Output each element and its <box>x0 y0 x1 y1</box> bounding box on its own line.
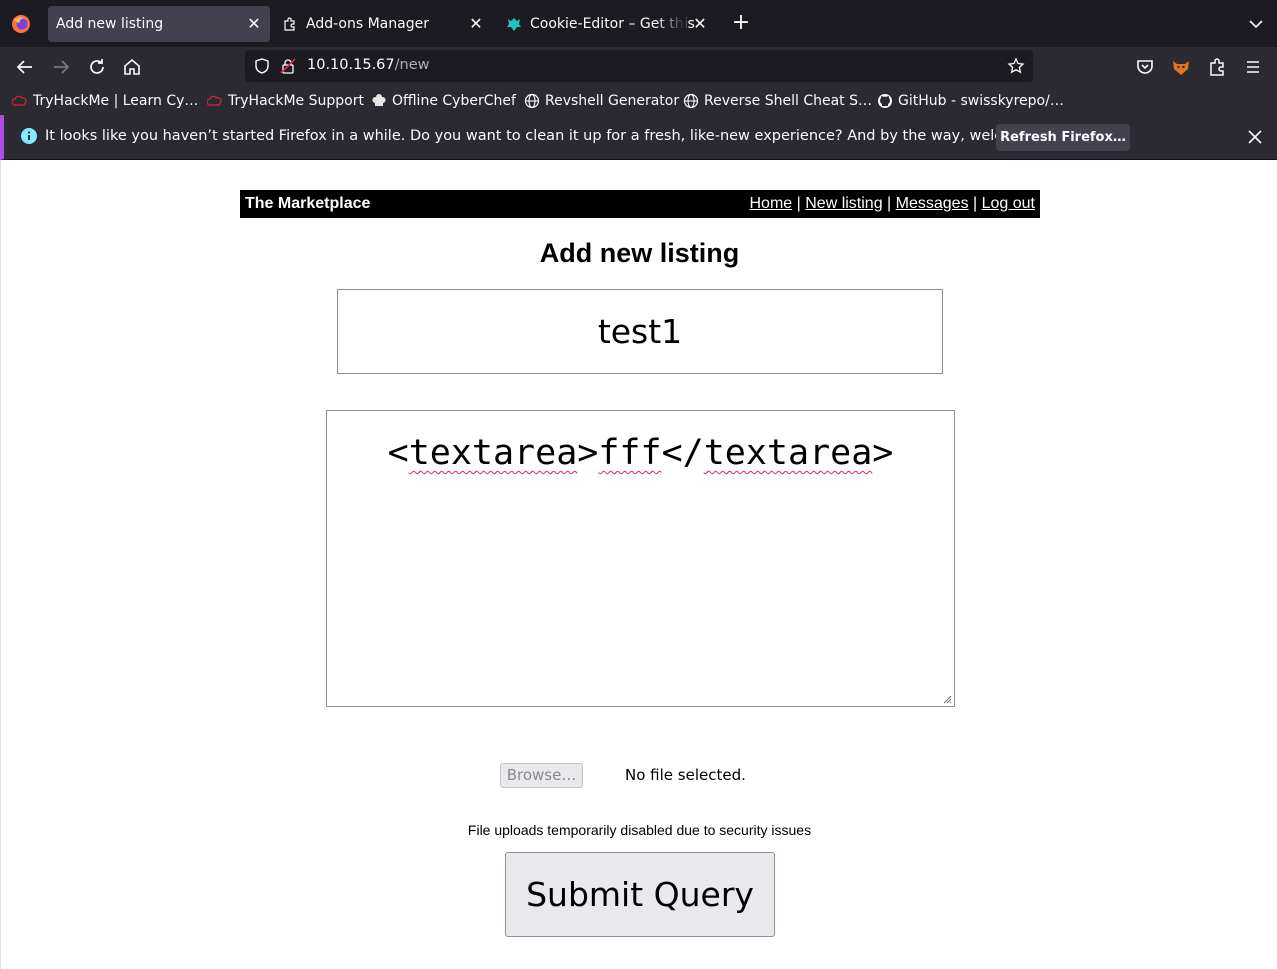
menu-icon[interactable] <box>1241 55 1265 79</box>
close-icon[interactable] <box>1244 126 1266 148</box>
url-path: /new <box>394 57 430 73</box>
tab-cookie-editor[interactable]: Cookie-Editor – Get this E ✕ <box>500 6 716 42</box>
tryhackme-cloud-icon <box>207 95 222 106</box>
tab-fade <box>656 6 686 42</box>
spellcheck-word: textarea <box>703 433 873 473</box>
nav-logout-link[interactable]: Log out <box>982 195 1035 212</box>
globe-icon <box>524 93 540 109</box>
url-text[interactable]: 10.10.15.67/new <box>307 57 430 73</box>
nav-new-listing-link[interactable]: New listing <box>805 195 882 212</box>
tab-add-new-listing[interactable]: Add new listing ✕ <box>48 6 270 42</box>
tab-bar: Add new listing ✕ Add-ons Manager ✕ Cook… <box>0 0 1277 47</box>
nav-home-link[interactable]: Home <box>750 195 793 212</box>
spellcheck-word: textarea <box>408 433 578 473</box>
close-icon[interactable]: ✕ <box>244 14 264 34</box>
page-content: The Marketplace Home | New listing | Mes… <box>0 160 1277 969</box>
reload-icon[interactable] <box>85 55 109 79</box>
chef-hat-icon <box>372 94 386 106</box>
insecure-lock-icon[interactable] <box>279 57 297 75</box>
bookmark-label: Offline CyberChef <box>392 93 516 109</box>
bookmark-label: TryHackMe | Learn Cy… <box>33 93 199 109</box>
bookmark-star-icon[interactable] <box>1007 57 1025 75</box>
refresh-firefox-button[interactable]: Refresh Firefox… <box>996 124 1130 151</box>
listing-description-textarea[interactable]: <textarea>fff</textarea> <box>326 410 955 707</box>
back-arrow-icon[interactable] <box>13 55 37 79</box>
nav-separator: | <box>792 195 806 212</box>
bookmark-label: Reverse Shell Cheat S… <box>704 93 872 109</box>
nav-separator: | <box>968 195 982 212</box>
file-status-text: No file selected. <box>625 766 746 784</box>
site-title: The Marketplace <box>245 195 371 212</box>
site-nav: Home | New listing | Messages | Log out <box>750 195 1036 213</box>
close-icon[interactable]: ✕ <box>466 14 486 34</box>
tryhackme-cloud-icon <box>12 95 27 106</box>
close-icon[interactable]: ✕ <box>690 14 710 34</box>
bookmark-revshell-generator[interactable]: Revshell Generator <box>524 92 679 110</box>
resize-handle-icon[interactable] <box>942 694 952 704</box>
github-icon <box>878 94 892 108</box>
cookie-editor-icon <box>507 18 521 31</box>
url-host: 10.10.15.67 <box>307 57 395 73</box>
bookmark-tryhackme-support[interactable]: TryHackMe Support <box>207 92 364 110</box>
tab-addons-manager[interactable]: Add-ons Manager ✕ <box>276 6 492 42</box>
info-icon <box>21 128 37 144</box>
tab-label: Add new listing <box>56 16 164 32</box>
bookmark-github-swisskyrepo[interactable]: GitHub - swisskyrepo/… <box>877 92 1064 110</box>
browse-file-button: Browse… <box>500 763 583 788</box>
nav-messages-link[interactable]: Messages <box>896 195 969 212</box>
extension-fox-icon[interactable] <box>1169 55 1193 79</box>
notification-bar: It looks like you haven’t started Firefo… <box>0 115 1277 160</box>
notification-text: It looks like you haven’t started Firefo… <box>45 128 1080 144</box>
bookmark-label: TryHackMe Support <box>228 93 364 109</box>
bookmark-offline-cyberchef[interactable]: Offline CyberChef <box>371 92 516 110</box>
home-icon[interactable] <box>120 55 144 79</box>
new-tab-button[interactable]: + <box>730 12 752 34</box>
page-title: Add new listing <box>539 238 740 268</box>
pocket-icon[interactable] <box>1133 55 1157 79</box>
extensions-icon[interactable] <box>1205 55 1229 79</box>
bookmarks-toolbar: TryHackMe | Learn Cy… TryHackMe Support … <box>0 87 1277 115</box>
bookmark-tryhackme[interactable]: TryHackMe | Learn Cy… <box>12 92 198 110</box>
site-header: The Marketplace Home | New listing | Mes… <box>240 190 1040 218</box>
puzzle-icon <box>284 17 295 31</box>
shield-icon[interactable] <box>253 57 271 75</box>
submit-button[interactable]: Submit Query <box>505 852 775 937</box>
upload-disabled-note: File uploads temporarily disabled due to… <box>467 822 812 838</box>
globe-icon <box>683 93 699 109</box>
address-bar[interactable]: 10.10.15.67/new <box>245 50 1033 82</box>
tab-label: Add-ons Manager <box>306 16 429 32</box>
listing-title-input[interactable] <box>337 289 943 374</box>
spellcheck-word: fff <box>598 433 662 473</box>
chevron-down-icon[interactable] <box>1246 14 1266 34</box>
firefox-logo-icon[interactable] <box>11 14 31 34</box>
description-text: <textarea>fff</textarea> <box>387 433 894 473</box>
bookmark-label: Revshell Generator <box>545 93 680 109</box>
nav-separator: | <box>882 195 896 212</box>
bookmark-reverse-shell-cheat-sheet[interactable]: Reverse Shell Cheat S… <box>683 92 872 110</box>
bookmark-label: GitHub - swisskyrepo/… <box>898 93 1064 109</box>
forward-arrow-icon[interactable] <box>49 55 73 79</box>
